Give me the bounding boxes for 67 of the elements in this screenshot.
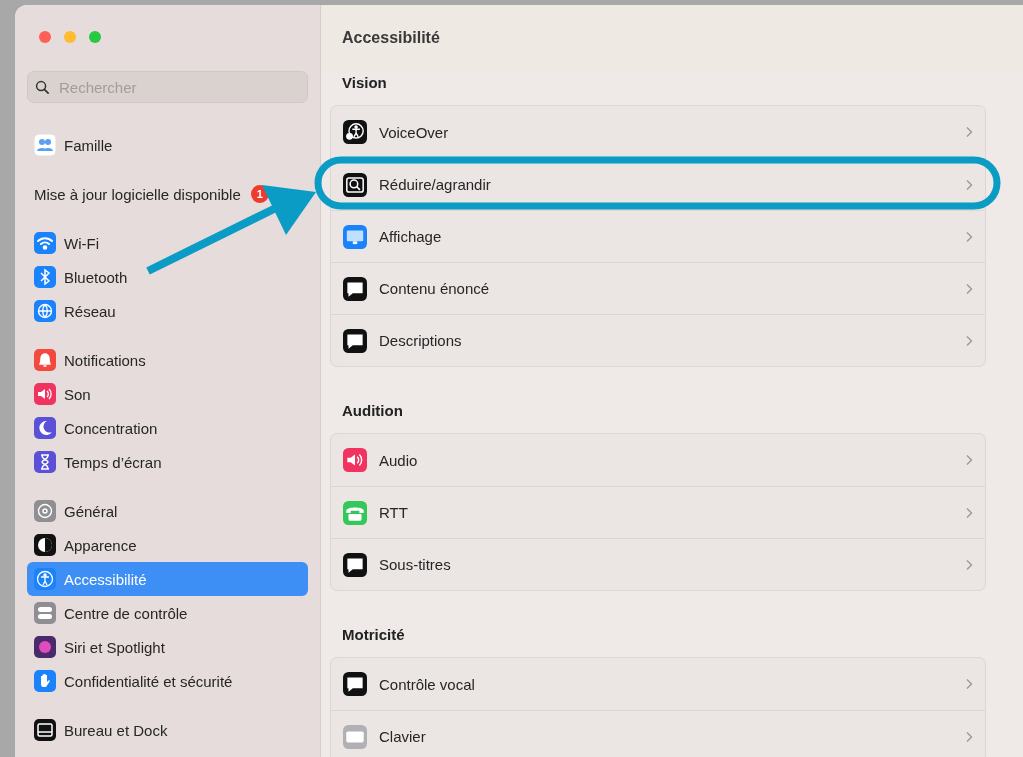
sidebar-item[interactable]: Concentration: [27, 411, 308, 445]
chevron-right-icon: [965, 126, 973, 138]
sidebar-item[interactable]: Apparence: [27, 528, 308, 562]
settings-row[interactable]: Réduire/agrandir: [331, 158, 985, 210]
sidebar-item[interactable]: Bluetooth: [27, 260, 308, 294]
settings-icon: [34, 636, 56, 658]
close-button[interactable]: [39, 31, 51, 43]
settings-row[interactable]: Affichage: [331, 210, 985, 262]
sidebar-item[interactable]: Confidentialité et sécurité: [27, 664, 308, 698]
settings-icon: [34, 500, 56, 522]
settings-icon: [34, 134, 56, 156]
chevron-right-icon: [965, 730, 973, 743]
settings-icon: [34, 349, 56, 371]
settings-icon: [343, 120, 367, 144]
chevron-right-icon: [965, 558, 973, 571]
settings-icon: [343, 328, 367, 353]
settings-icon: [34, 602, 56, 624]
settings-icon: [34, 232, 56, 254]
settings-row[interactable]: Clavier: [331, 710, 985, 757]
section-heading: Motricité: [342, 625, 406, 645]
settings-row[interactable]: RTT: [331, 486, 985, 538]
sidebar-item[interactable]: Centre de contrôle: [27, 596, 308, 630]
chevron-right-icon: [965, 178, 973, 191]
sidebar-item[interactable]: Wi-Fi: [27, 226, 308, 260]
sidebar-item[interactable]: Notifications: [27, 343, 308, 377]
sidebar-item[interactable]: Temps d’écran: [27, 445, 308, 479]
zoom-button[interactable]: [89, 31, 101, 43]
settings-icon: [343, 448, 367, 472]
settings-row[interactable]: VoiceOver: [331, 106, 985, 158]
settings-icon: [34, 719, 56, 741]
settings-icon: [34, 451, 56, 473]
chevron-right-icon: [965, 282, 973, 295]
settings-icon: [343, 724, 367, 749]
section-heading: Audition: [342, 401, 404, 421]
chevron-right-icon: [965, 230, 973, 243]
sidebar-item[interactable]: Général: [27, 494, 308, 528]
settings-icon: [343, 500, 367, 525]
chevron-right-icon: [965, 506, 973, 519]
sidebar-item[interactable]: Siri et Spotlight: [27, 630, 308, 664]
settings-icon: [34, 534, 56, 556]
settings-icon: [34, 670, 56, 692]
settings-row[interactable]: Contrôle vocal: [331, 658, 985, 710]
sidebar-item[interactable]: Famille: [27, 128, 308, 162]
settings-row[interactable]: Descriptions: [331, 314, 985, 366]
settings-icon: [34, 417, 56, 439]
page-title: Accessibilité: [342, 29, 440, 47]
sidebar-item[interactable]: Bureau et Dock: [27, 713, 308, 747]
chevron-right-icon: [965, 334, 973, 347]
settings-row[interactable]: Audio: [331, 434, 985, 486]
settings-icon: [343, 276, 367, 301]
settings-icon: [34, 568, 56, 590]
settings-icon: [343, 172, 367, 197]
settings-icon: [34, 266, 56, 288]
chevron-right-icon: [965, 454, 973, 466]
settings-icon: [343, 552, 367, 577]
settings-icon: [343, 224, 367, 249]
settings-icon: [343, 672, 367, 696]
settings-icon: [34, 300, 56, 322]
update-count-badge: 1: [250, 185, 269, 203]
settings-row[interactable]: Contenu énoncé: [331, 262, 985, 314]
section-heading: Vision: [342, 73, 388, 93]
chevron-right-icon: [965, 678, 973, 690]
sidebar-item[interactable]: Réseau: [27, 294, 308, 328]
settings-icon: [34, 383, 56, 405]
sidebar-item[interactable]: Son: [27, 377, 308, 411]
minimize-button[interactable]: [64, 31, 76, 43]
settings-row[interactable]: Sous-titres: [331, 538, 985, 590]
